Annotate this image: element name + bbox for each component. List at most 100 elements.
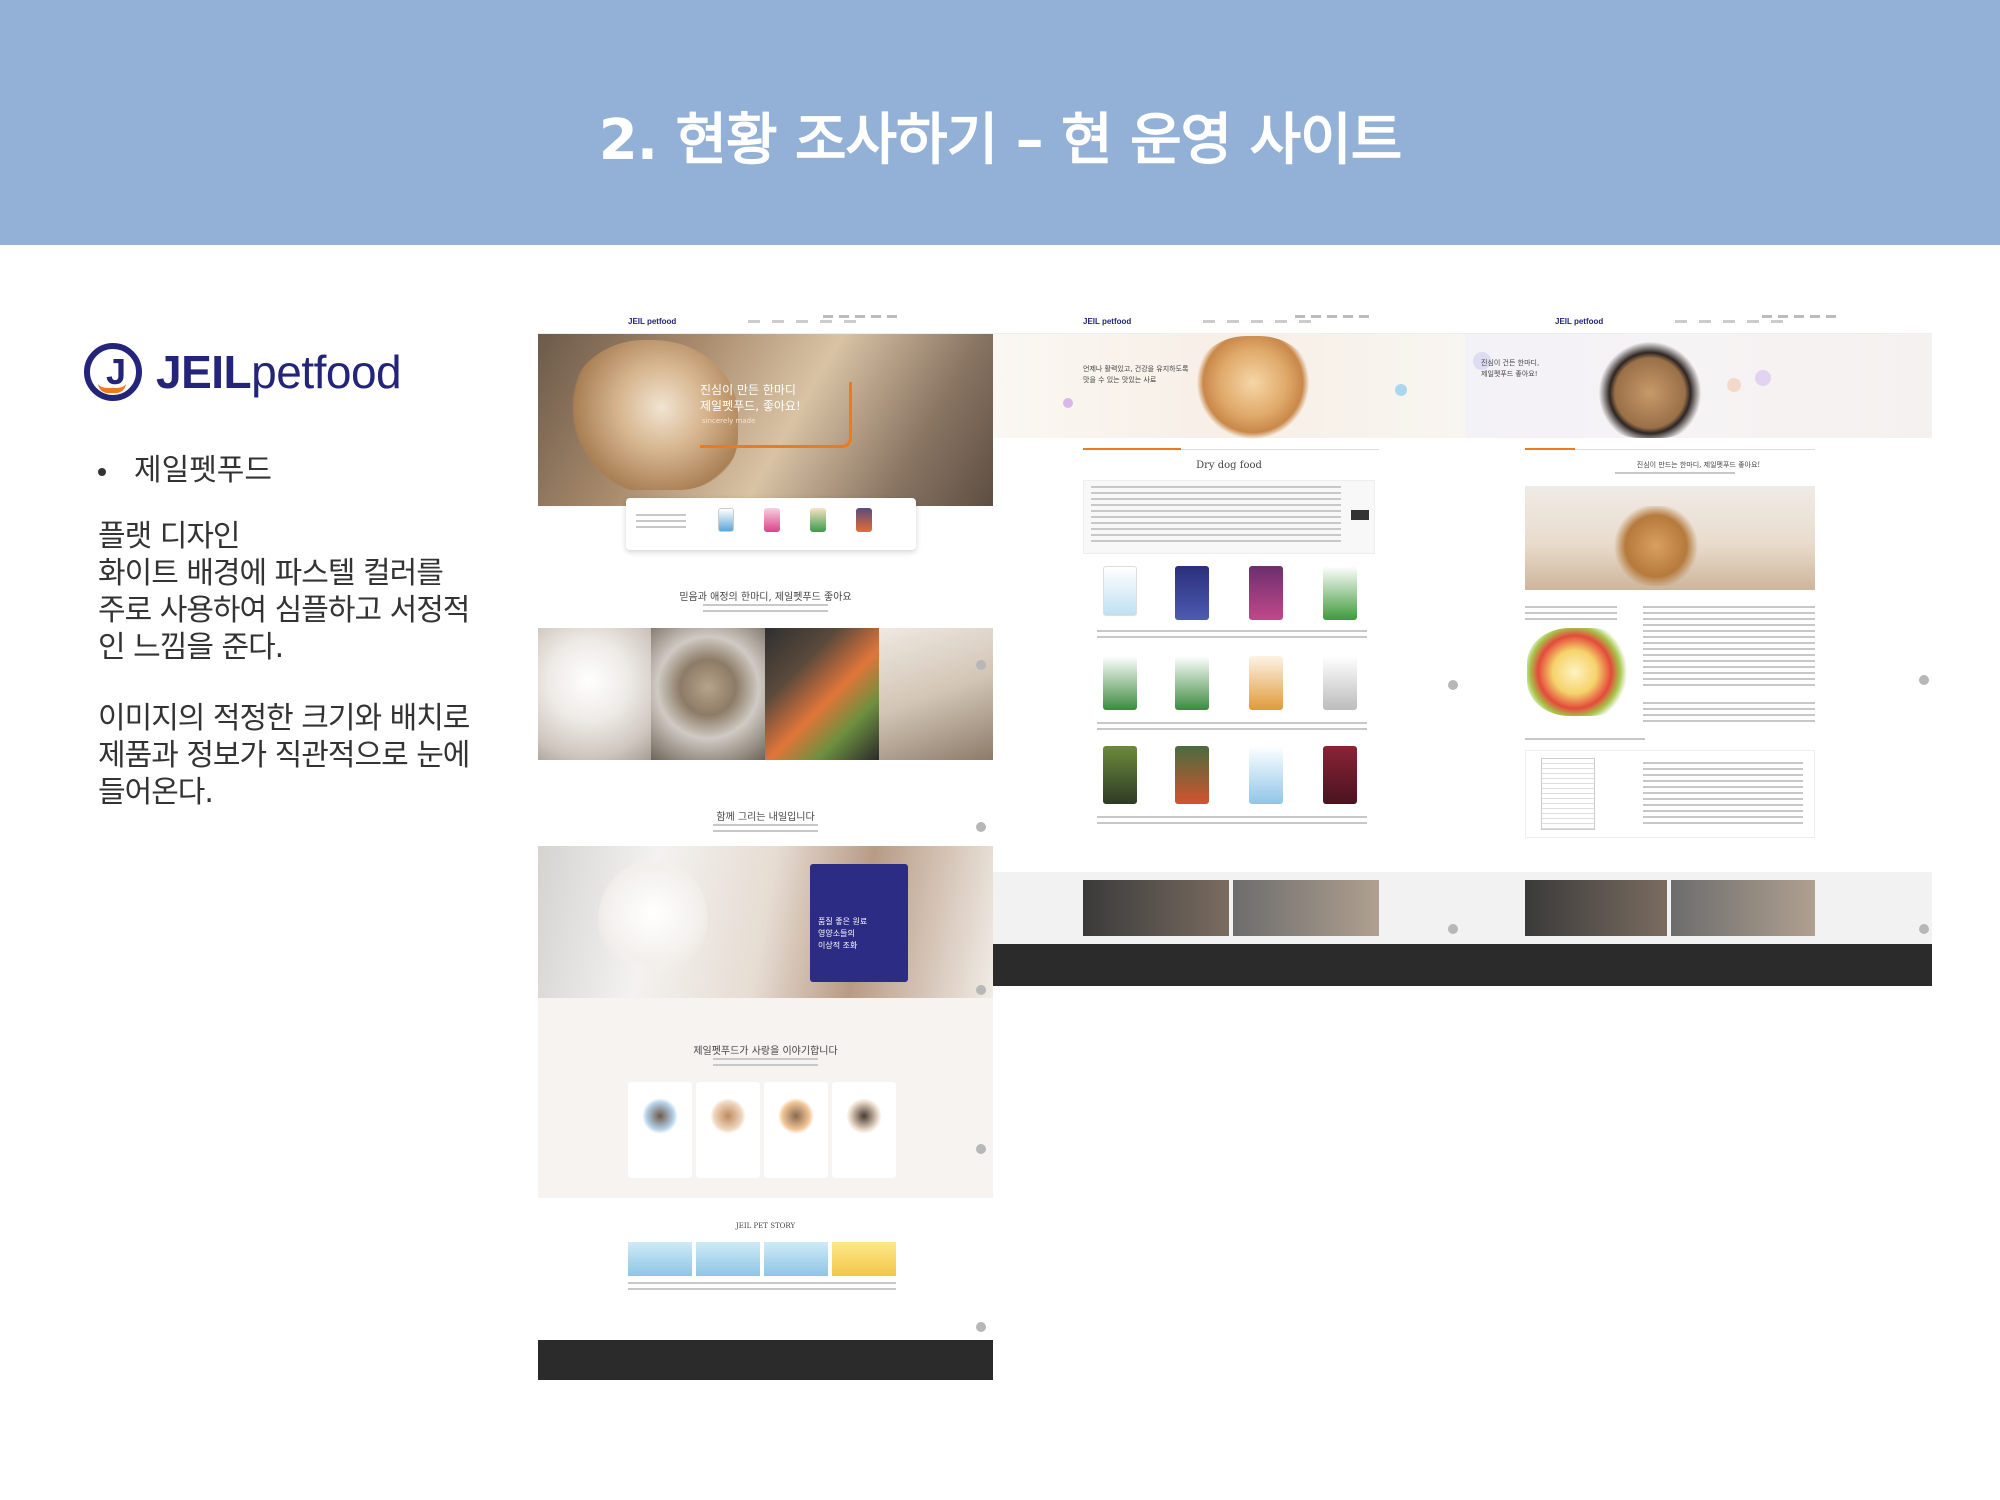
story-footer [1465,944,1932,986]
story-page-title: 진심이 만드는 한마디, 제일펫푸드 좋아요! [1636,461,1761,469]
filter-options [1091,486,1341,546]
story-card [696,1242,760,1276]
beach-dog-shape [1601,506,1711,586]
product-bag[interactable] [1323,746,1357,804]
mini-nav-links [1203,320,1323,323]
story-card [628,1242,692,1276]
certificate-text [1643,762,1803,828]
mini-nav-util [823,315,903,318]
paw-icon [710,1098,746,1134]
product-bag [810,508,826,532]
mini-nav: JEIL petfood [538,310,993,334]
list-footer [993,944,1465,986]
hero-frame [700,382,852,448]
product-names [1097,722,1367,732]
product-bag[interactable] [1249,656,1283,710]
product-names [1097,630,1367,640]
bottom-banner[interactable] [1525,880,1667,936]
pastel-dot [1395,384,1407,396]
section-title-3: 제일펫푸드가 사랑을 이야기합니다 [693,1046,838,1057]
description-flat-design: 플랫 디자인 화이트 배경에 파스텔 컬러를 주로 사용하여 심플하고 서정적 … [98,519,470,665]
scroll-arrow-icon[interactable] [976,1144,986,1154]
screenshot-product-list: JEIL petfood 언제나 활력있고, 건강을 유지하도록 맛을 수 있는… [993,310,1465,986]
story-heading [1525,738,1645,742]
bullet-text: 제일펫푸드 [134,453,272,488]
product-bag[interactable] [1103,746,1137,804]
bullet-item: 제일펫푸드 [98,445,272,489]
scroll-arrow-icon[interactable] [976,985,986,995]
section-title-1: 믿음과 애정의 한마디, 제일펫푸드 좋아요 [679,592,852,603]
product-strip [626,498,916,550]
product-names [1097,816,1367,826]
brand-wordmark: JEILpetfood [156,345,402,399]
mini-nav-util [1295,315,1375,318]
main-footer [538,1340,993,1380]
product-bag[interactable] [1249,566,1283,620]
story-paragraph [1643,606,1815,686]
photo-tile-3 [765,628,879,760]
product-bag [718,508,734,532]
product-bag[interactable] [1103,566,1137,616]
screenshot-story-page: JEIL petfood 진심이 건든 한마디, 제일펫푸드 좋아요! 진심이 … [1465,310,1932,986]
bottom-banner[interactable] [1671,880,1815,936]
paw-icon [846,1098,882,1134]
scroll-arrow-icon[interactable] [1448,924,1458,934]
banner-text: 언제나 활력있고, 건강을 유지하도록 맛을 수 있는 맛있는 사료 [1083,365,1189,384]
mini-nav-util [1762,315,1842,318]
scroll-arrow-icon[interactable] [976,660,986,670]
promo-text: 품질 좋은 원료 영양소들의 이상적 조화 [818,917,868,950]
scroll-arrow-icon[interactable] [1448,680,1458,690]
pastel-dot [1755,370,1771,386]
paw-icon [778,1098,814,1134]
food-photo [1527,628,1633,716]
product-bag[interactable] [1175,656,1209,710]
story-card [764,1242,828,1276]
story-paragraph [1643,702,1815,722]
product-bag[interactable] [1175,746,1209,804]
story-paragraph [1525,606,1617,620]
bottom-banner[interactable] [1233,880,1379,936]
list-title: Dry dog food [1196,460,1262,471]
section-2-text [713,824,818,832]
bottom-banner[interactable] [1083,880,1229,936]
story-text [628,1282,896,1294]
bullet-dot [98,467,106,476]
brand-mark-icon: J [84,343,142,401]
strip-text [636,514,686,528]
section-title-2: 함께 그리는 내일입니다 [716,812,815,823]
product-bag[interactable] [1249,746,1283,804]
search-button[interactable] [1351,510,1369,520]
product-bag[interactable] [1323,656,1357,710]
mini-nav-links [1675,320,1795,323]
section-1-text [703,604,828,612]
jeil-petfood-logo: J JEILpetfood [84,340,402,404]
pastel-dot [1063,398,1073,408]
certificate-doc [1541,758,1595,830]
pastel-dot [1727,378,1741,392]
story-subtitle [1615,472,1735,478]
mini-logo: JEIL petfood [1555,317,1604,326]
active-tab[interactable] [1525,448,1575,450]
mini-nav-links [748,320,868,323]
basket-dogs-shape [1595,338,1705,438]
active-tab[interactable] [1083,448,1181,450]
scroll-arrow-icon[interactable] [1919,675,1929,685]
product-bag[interactable] [1175,566,1209,620]
mini-logo: JEIL petfood [1083,317,1132,326]
scroll-arrow-icon[interactable] [1919,924,1929,934]
header-band: 2. 현황 조사하기 – 현 운영 사이트 [0,0,2000,245]
photo-tile-1 [538,628,651,760]
brand-name-bold: JEIL [156,346,252,398]
section-3-text [713,1058,818,1070]
paw-icon [642,1098,678,1134]
product-bag [856,508,872,532]
promo-dog-shape [598,860,708,980]
story-title: JEIL PET STORY [735,1222,796,1230]
product-bag [764,508,780,532]
scroll-arrow-icon[interactable] [976,1322,986,1332]
product-bag[interactable] [1323,566,1357,620]
scroll-arrow-icon[interactable] [976,822,986,832]
screenshot-main-page: JEIL petfood 진심이 만든 한마디 제일펫푸드, 좋아요! sinc… [538,310,993,1380]
product-bag[interactable] [1103,656,1137,710]
photo-tile-2 [651,628,765,760]
